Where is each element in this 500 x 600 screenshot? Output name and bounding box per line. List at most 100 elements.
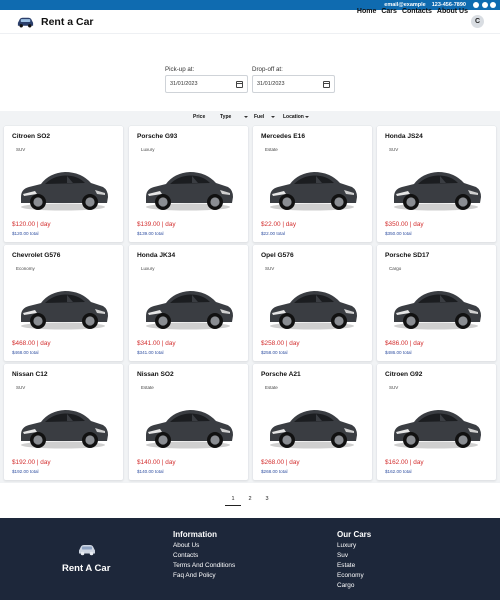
nav-item-contacts[interactable]: Contacts xyxy=(402,8,432,15)
car-card[interactable]: Nissan SO2 Estate $140.00 | day $140.00 tot… xyxy=(129,364,248,480)
car-name[interactable]: Nissan SO2 xyxy=(137,371,174,378)
car-image[interactable] xyxy=(388,157,485,215)
footer-link-luxury[interactable]: Luxury xyxy=(337,541,371,551)
car-image[interactable] xyxy=(15,276,112,334)
car-image[interactable] xyxy=(15,395,112,453)
car-card[interactable]: Chevrolet G576 Economy $468.00 | day $468.0… xyxy=(4,245,123,361)
dropoff-date-input[interactable]: 31/01/2023 xyxy=(252,75,335,93)
car-category: SUV xyxy=(16,147,26,152)
filter-price-label: Price xyxy=(193,114,206,120)
car-card[interactable]: Citroen G92 SUV $162.00 | day $162.00 total xyxy=(377,364,496,480)
car-price-total: $22.00 total xyxy=(261,230,286,236)
facebook-icon[interactable] xyxy=(473,1,479,8)
filter-location[interactable]: Location xyxy=(283,114,310,120)
car-image[interactable] xyxy=(264,276,361,334)
car-photo xyxy=(264,276,361,334)
car-name[interactable]: Porsche SD17 xyxy=(385,252,429,259)
car-price-total: $162.00 total xyxy=(385,468,412,474)
footer-link-contacts[interactable]: Contacts xyxy=(173,551,235,561)
car-image[interactable] xyxy=(140,276,237,334)
footer-link-cargo[interactable]: Cargo xyxy=(337,581,371,591)
car-card[interactable]: Honda JK34 Luxury $341.00 | day $341.00 tot… xyxy=(129,245,248,361)
calendar-icon[interactable] xyxy=(236,80,243,88)
car-card[interactable]: Honda JS24 SUV $350.00 | day $350.00 total xyxy=(377,126,496,242)
avatar[interactable]: C xyxy=(471,14,484,28)
car-price-per-day: $140.00 | day xyxy=(137,459,176,466)
car-category: Luxury xyxy=(141,266,155,271)
car-name[interactable]: Citroen SO2 xyxy=(12,133,50,140)
car-category: Economy xyxy=(16,266,35,271)
pickup-label: Pick-up at: xyxy=(165,66,195,73)
car-photo xyxy=(15,276,112,334)
footer-link-suv[interactable]: Suv xyxy=(337,551,371,561)
car-category: SUV xyxy=(389,147,399,152)
pickup-group: Pick-up at: 31/01/2023 xyxy=(165,66,248,93)
car-image[interactable] xyxy=(140,395,237,453)
nav-item-cars[interactable]: Cars xyxy=(381,8,397,15)
pickup-date-input[interactable]: 31/01/2023 xyxy=(165,75,248,93)
car-card[interactable]: Porsche SD17 Cargo $486.00 | day $486.00 to… xyxy=(377,245,496,361)
car-name[interactable]: Chevrolet G576 xyxy=(12,252,60,259)
footer-link-faq[interactable]: Faq And Policy xyxy=(173,571,235,581)
car-name[interactable]: Mercedes E16 xyxy=(261,133,305,140)
car-price-total: $350.00 total xyxy=(385,230,412,236)
car-category: Estate xyxy=(141,385,154,390)
car-name[interactable]: Porsche A21 xyxy=(261,371,301,378)
car-card[interactable]: Porsche G93 Luxury $139.00 | day $139.00 to… xyxy=(129,126,248,242)
instagram-icon[interactable] xyxy=(481,1,488,8)
nav-item-about-us[interactable]: About Us xyxy=(437,8,468,15)
calendar-icon[interactable] xyxy=(323,80,330,88)
brand[interactable]: Rent a Car xyxy=(16,15,94,28)
car-image[interactable] xyxy=(264,395,361,453)
car-image[interactable] xyxy=(388,276,485,334)
car-image[interactable] xyxy=(140,157,237,215)
filter-fuel[interactable]: Fuel xyxy=(254,114,276,120)
filter-type[interactable]: Type xyxy=(220,114,249,120)
footer-link-about-us[interactable]: About Us xyxy=(173,541,235,551)
car-name[interactable]: Nissan C12 xyxy=(12,371,48,378)
car-photo xyxy=(15,395,112,453)
page-2[interactable]: 2 xyxy=(244,496,256,502)
pagination: 1 2 3 xyxy=(0,494,500,506)
car-card[interactable]: Citroen SO2 SUV $120.00 | day $120.00 total xyxy=(4,126,123,242)
car-photo xyxy=(388,276,485,334)
car-card[interactable]: Opel G576 SUV $258.00 | day $258.00 total xyxy=(253,245,372,361)
car-card[interactable]: Porsche A21 Estate $268.00 | day $268.00 to… xyxy=(253,364,372,480)
dropoff-group: Drop-off at: 31/01/2023 xyxy=(252,66,335,93)
nav-item-home[interactable]: Home xyxy=(357,8,376,15)
chevron-down-icon xyxy=(271,115,276,118)
car-name[interactable]: Opel G576 xyxy=(261,252,294,259)
car-card[interactable]: Mercedes E16 Estate $22.00 | day $22.00 tot… xyxy=(253,126,372,242)
car-image[interactable] xyxy=(388,395,485,453)
car-photo xyxy=(388,157,485,215)
footer-link-terms[interactable]: Terms And Conditions xyxy=(173,561,235,571)
car-icon xyxy=(17,17,34,28)
main-nav: Home Cars Contacts About Us xyxy=(357,8,468,15)
car-name[interactable]: Honda JS24 xyxy=(385,133,423,140)
dropoff-date-value: 31/01/2023 xyxy=(257,81,285,87)
page-3[interactable]: 3 xyxy=(261,496,273,502)
car-price-total: $268.00 total xyxy=(261,468,288,474)
car-name[interactable]: Porsche G93 xyxy=(137,133,177,140)
car-image[interactable] xyxy=(15,157,112,215)
page-1[interactable]: 1 xyxy=(225,496,241,506)
filter-bar: Price Type Fuel Location xyxy=(0,111,500,123)
car-price-total: $486.00 total xyxy=(385,349,412,355)
car-category: Cargo xyxy=(389,266,402,271)
car-category: Luxury xyxy=(141,147,155,152)
filter-price[interactable]: Price xyxy=(193,114,205,120)
github-icon[interactable] xyxy=(490,1,496,8)
car-image[interactable] xyxy=(264,157,361,215)
car-price-per-day: $139.00 | day xyxy=(137,221,176,228)
car-category: SUV xyxy=(389,385,399,390)
car-price-total: $120.00 total xyxy=(12,230,39,236)
car-card[interactable]: Nissan C12 SUV $192.00 | day $192.00 total xyxy=(4,364,123,480)
car-name[interactable]: Honda JK34 xyxy=(137,252,175,259)
footer-information: Information About Us Contacts Terms And … xyxy=(173,530,235,581)
footer-link-estate[interactable]: Estate xyxy=(337,561,371,571)
car-category: Estate xyxy=(265,147,278,152)
chevron-down-icon xyxy=(305,115,310,118)
car-photo xyxy=(140,395,237,453)
footer-link-economy[interactable]: Economy xyxy=(337,571,371,581)
car-name[interactable]: Citroen G92 xyxy=(385,371,422,378)
